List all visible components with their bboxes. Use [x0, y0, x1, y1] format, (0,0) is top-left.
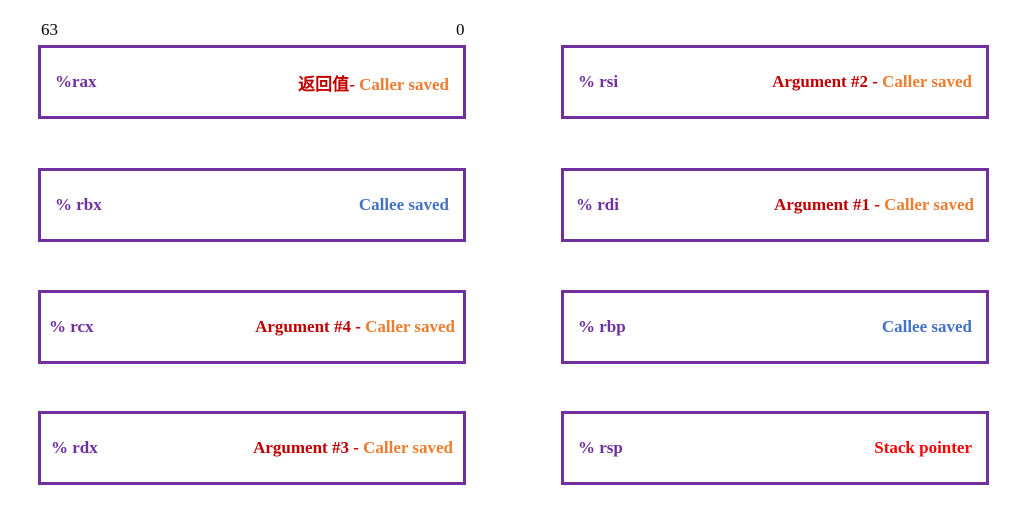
register-rsp-description: Stack pointer [874, 438, 986, 458]
register-rbx-save: Callee saved [358, 195, 449, 214]
register-rsp-box: % rsp Stack pointer [561, 411, 989, 485]
register-rsp-name: % rsp [578, 438, 623, 457]
register-rsi-save: Caller saved [882, 72, 972, 91]
register-rsi-separator: - [867, 72, 883, 91]
register-rbx-description: Callee saved [359, 195, 463, 215]
register-rsi-role: Argument #2 [772, 72, 868, 91]
register-rbp-description: Callee saved [882, 317, 986, 337]
register-rdi-box: % rdi Argument #1 - Caller saved [561, 168, 989, 242]
register-rdx-box: % rdx Argument #3 - Caller saved [38, 411, 466, 485]
register-rbx-box: % rbx Callee saved [38, 168, 466, 242]
register-rbp-save: Callee saved [881, 317, 972, 336]
register-rax-role: 返回值 [298, 74, 350, 94]
register-rdx-separator: - [348, 438, 364, 457]
register-rcx-role: Argument #4 [255, 317, 351, 336]
register-rdi-save: Caller saved [884, 195, 974, 214]
register-rsi-description: Argument #2 - Caller saved [772, 72, 986, 92]
register-rax-description: 返回值- Caller saved [298, 70, 463, 95]
register-rcx-save: Caller saved [365, 317, 455, 336]
register-rax-box: %rax 返回值- Caller saved [38, 45, 466, 119]
register-rax-save: Caller saved [359, 74, 449, 94]
register-rdi-description: Argument #1 - Caller saved [774, 195, 986, 215]
register-rsi-name: % rsi [578, 72, 619, 91]
bit-63-label: 63 [41, 20, 58, 39]
register-rdi-role: Argument #1 [774, 195, 870, 214]
register-rbp-name: % rbp [578, 317, 626, 336]
register-rcx-description: Argument #4 - Caller saved [255, 317, 463, 337]
register-rbp-box: % rbp Callee saved [561, 290, 989, 364]
register-rcx-name: % rcx [49, 317, 94, 336]
register-rbx-name: % rbx [55, 195, 102, 214]
register-rdi-separator: - [869, 195, 885, 214]
register-rax-name: %rax [55, 72, 97, 91]
register-rax-separator: - [349, 74, 360, 94]
bit-0-label: 0 [456, 20, 465, 39]
register-rcx-box: % rcx Argument #4 - Caller saved [38, 290, 466, 364]
register-rsp-role: Stack pointer [874, 438, 972, 457]
register-rdi-name: % rdi [576, 195, 619, 214]
register-rsi-box: % rsi Argument #2 - Caller saved [561, 45, 989, 119]
register-rdx-role: Argument #3 [253, 438, 349, 457]
register-rdx-name: % rdx [51, 438, 98, 457]
register-rdx-save: Caller saved [363, 438, 453, 457]
register-rcx-separator: - [350, 317, 366, 336]
register-rdx-description: Argument #3 - Caller saved [253, 438, 463, 458]
